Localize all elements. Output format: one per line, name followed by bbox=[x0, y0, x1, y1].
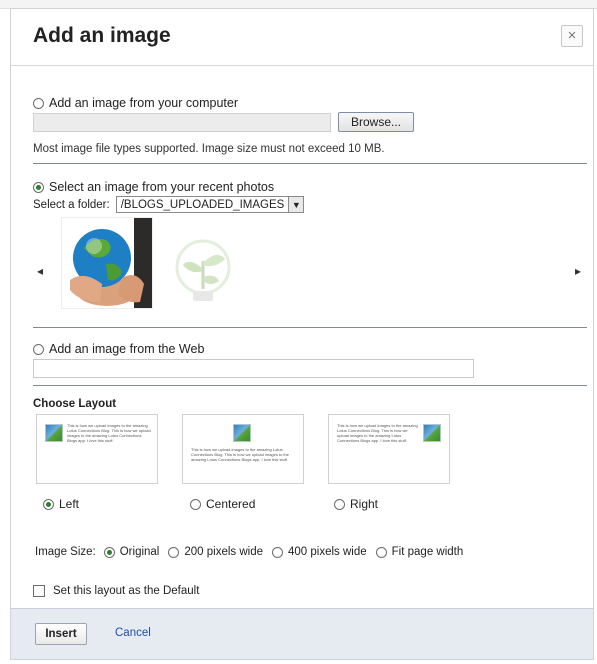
browse-button[interactable]: Browse... bbox=[338, 112, 414, 132]
size-option-400[interactable]: 400 pixels wide bbox=[272, 546, 367, 558]
file-path-field[interactable] bbox=[33, 113, 331, 132]
insert-button[interactable]: Insert bbox=[35, 623, 87, 645]
recent-option-radio[interactable] bbox=[33, 181, 44, 193]
photo-thumbnail-plant[interactable] bbox=[171, 231, 235, 311]
web-option-label: Add an image from the Web bbox=[49, 342, 205, 356]
file-type-note: Most image file types supported. Image s… bbox=[33, 143, 385, 155]
size-400-radio[interactable] bbox=[272, 546, 284, 558]
size-fit-label: Fit page width bbox=[391, 546, 464, 558]
folder-row: Select a folder: /BLOGS_UPLOADED_IMAGES … bbox=[33, 196, 587, 213]
folder-select-value: /BLOGS_UPLOADED_IMAGES bbox=[120, 198, 285, 211]
close-button[interactable]: × bbox=[561, 25, 583, 47]
image-icon bbox=[45, 424, 63, 442]
layout-option-right[interactable]: Right bbox=[334, 497, 378, 511]
layout-preview-centered[interactable]: This is how we upload images to the amaz… bbox=[182, 414, 304, 484]
recent-option-row[interactable]: Select an image from your recent photos bbox=[33, 180, 587, 194]
computer-option-radio[interactable] bbox=[33, 97, 44, 109]
next-arrow-icon[interactable]: ▸ bbox=[575, 264, 581, 278]
folder-select[interactable]: /BLOGS_UPLOADED_IMAGES ▼ bbox=[115, 196, 305, 213]
dialog-footer: Insert Cancel bbox=[11, 608, 593, 659]
size-option-200[interactable]: 200 pixels wide bbox=[168, 546, 263, 558]
layout-sample-text: This is how we upload images to the amaz… bbox=[67, 423, 151, 443]
default-layout-label: Set this layout as the Default bbox=[53, 585, 200, 597]
image-size-label: Image Size: bbox=[35, 546, 96, 558]
web-option-row[interactable]: Add an image from the Web bbox=[33, 342, 587, 356]
dialog-title: Add an image bbox=[33, 24, 171, 47]
layout-left-radio[interactable] bbox=[43, 498, 54, 510]
size-original-radio[interactable] bbox=[103, 546, 115, 558]
layout-right-radio[interactable] bbox=[334, 498, 345, 510]
layout-preview-right[interactable]: This is how we upload images to the amaz… bbox=[328, 414, 450, 484]
layout-centered-label: Centered bbox=[206, 497, 256, 511]
layout-right-label: Right bbox=[350, 497, 379, 511]
default-layout-row[interactable]: Set this layout as the Default bbox=[33, 585, 587, 597]
layout-sample-text: This is how we upload images to the amaz… bbox=[337, 423, 418, 443]
cancel-link[interactable]: Cancel bbox=[115, 627, 151, 639]
size-option-original[interactable]: Original bbox=[103, 546, 160, 558]
divider bbox=[33, 163, 587, 164]
layout-option-left[interactable]: Left bbox=[43, 497, 79, 511]
dialog-header: Add an image × bbox=[11, 9, 593, 66]
layout-sample-text: This is how we upload images to the amaz… bbox=[191, 447, 289, 462]
layout-left-label: Left bbox=[59, 497, 80, 511]
size-200-radio[interactable] bbox=[168, 546, 180, 558]
divider bbox=[33, 385, 587, 386]
add-image-dialog: Add an image × Add an image from your co… bbox=[10, 8, 594, 660]
layout-preview-left[interactable]: This is how we upload images to the amaz… bbox=[36, 414, 158, 484]
image-icon bbox=[423, 424, 441, 442]
size-400-label: 400 pixels wide bbox=[288, 546, 367, 558]
image-icon bbox=[233, 424, 251, 442]
default-layout-checkbox[interactable] bbox=[33, 585, 45, 597]
layout-option-centered[interactable]: Centered bbox=[190, 497, 255, 511]
computer-option-row[interactable]: Add an image from your computer bbox=[33, 96, 587, 110]
folder-label: Select a folder: bbox=[33, 198, 110, 211]
size-200-label: 200 pixels wide bbox=[184, 546, 264, 558]
web-option-radio[interactable] bbox=[33, 343, 44, 355]
chevron-down-icon[interactable]: ▼ bbox=[288, 197, 304, 212]
computer-option-label: Add an image from your computer bbox=[49, 96, 238, 110]
choose-layout-heading: Choose Layout bbox=[33, 398, 117, 410]
divider bbox=[33, 327, 587, 328]
size-original-label: Original bbox=[119, 546, 160, 558]
layout-centered-radio[interactable] bbox=[190, 498, 201, 510]
web-url-input[interactable] bbox=[33, 359, 474, 378]
prev-arrow-icon[interactable]: ◂ bbox=[37, 264, 43, 278]
photo-thumbnail-globe[interactable] bbox=[61, 217, 153, 309]
size-option-fit[interactable]: Fit page width bbox=[375, 546, 464, 558]
image-size-row: Image Size: Original 200 pixels wide 400… bbox=[35, 546, 463, 558]
recent-option-label: Select an image from your recent photos bbox=[49, 180, 275, 194]
size-fit-radio[interactable] bbox=[375, 546, 387, 558]
